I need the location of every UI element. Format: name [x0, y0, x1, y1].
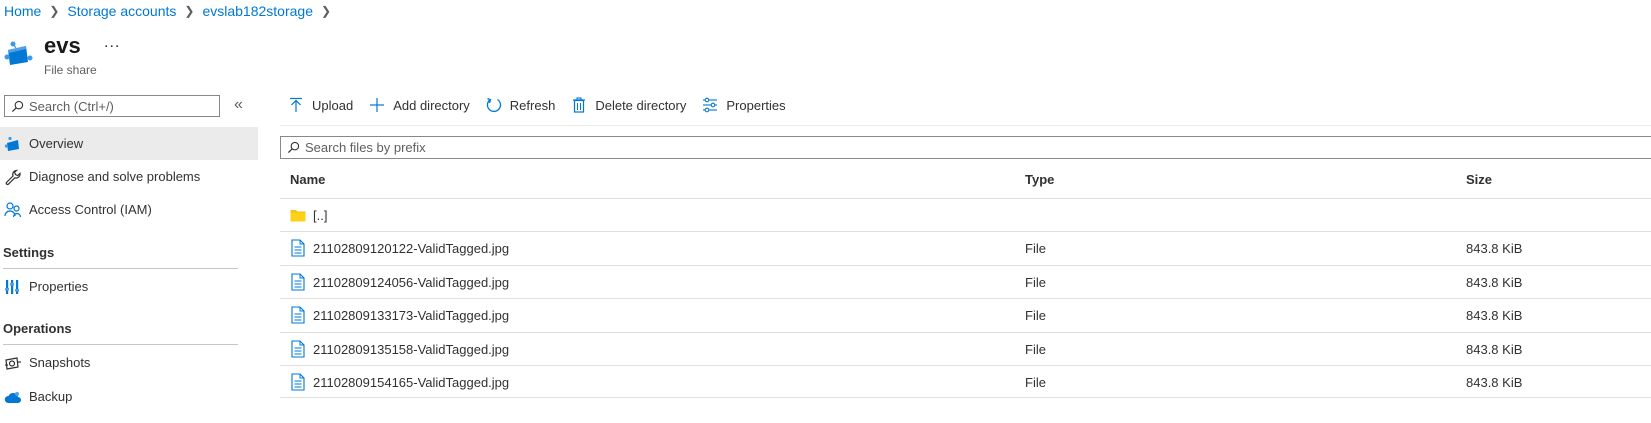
breadcrumb-home[interactable]: Home [4, 3, 41, 19]
add-directory-label: Add directory [393, 97, 470, 113]
properties-button[interactable]: Properties [702, 97, 786, 113]
chevron-right-icon: ❯ [320, 4, 332, 18]
snapshot-icon [4, 354, 22, 372]
properties-label: Properties [726, 97, 786, 113]
wrench-icon [4, 168, 22, 186]
plus-icon [370, 98, 385, 112]
table-row[interactable]: 21102809135158-ValidTagged.jpg File 843.… [280, 332, 1651, 365]
name-cell[interactable]: 21102809120122-ValidTagged.jpg [290, 239, 509, 257]
refresh-label: Refresh [509, 97, 556, 113]
backup-cloud-icon [4, 388, 22, 406]
breadcrumb: Home ❯ Storage accounts ❯ evslab182stora… [4, 2, 339, 20]
file-icon [291, 306, 305, 324]
file-size: 843.8 KiB [1466, 275, 1523, 290]
file-share-icon [4, 135, 22, 153]
table-row[interactable]: 21102809154165-ValidTagged.jpg File 843.… [280, 365, 1651, 398]
sidebar-search-input[interactable] [29, 98, 209, 114]
sidebar-item-properties[interactable]: Properties [0, 270, 258, 303]
sidebar-item-label: Backup [29, 389, 73, 404]
sidebar-item-diagnose[interactable]: Diagnose and solve problems [0, 160, 258, 193]
file-icon [291, 239, 305, 257]
sidebar-item-overview[interactable]: Overview [0, 127, 258, 160]
section-operations: Operations [3, 321, 72, 336]
file-size: 843.8 KiB [1466, 241, 1523, 256]
name-cell[interactable]: [..] [290, 206, 327, 224]
file-icon [291, 340, 305, 358]
more-options-icon[interactable]: ... [104, 34, 120, 52]
file-name[interactable]: 21102809154165-ValidTagged.jpg [313, 375, 509, 390]
parent-directory-link[interactable]: [..] [313, 208, 327, 223]
table-row[interactable]: 21102809120122-ValidTagged.jpg File 843.… [280, 231, 1651, 264]
sidebar-item-label: Access Control (IAM) [29, 202, 152, 217]
column-header-type[interactable]: Type [1025, 172, 1054, 187]
name-cell[interactable]: 21102809135158-ValidTagged.jpg [290, 340, 509, 358]
sidebar-item-snapshots[interactable]: Snapshots [0, 346, 258, 379]
file-size: 843.8 KiB [1466, 375, 1523, 390]
chevron-right-icon: ❯ [184, 4, 195, 18]
file-name[interactable]: 21102809120122-ValidTagged.jpg [313, 241, 509, 256]
column-header-name[interactable]: Name [290, 172, 325, 187]
upload-label: Upload [312, 97, 354, 113]
delete-directory-label: Delete directory [595, 97, 687, 113]
file-type: File [1025, 275, 1046, 290]
file-icon [291, 273, 305, 291]
upload-button[interactable]: Upload [288, 97, 353, 113]
page-title: evs [44, 33, 81, 58]
file-type: File [1025, 241, 1046, 256]
table-row-parent[interactable]: [..] [280, 198, 1651, 231]
collapse-sidebar-icon[interactable]: « [234, 96, 243, 114]
upload-icon [290, 97, 302, 112]
sidebar-item-iam[interactable]: Access Control (IAM) [0, 193, 258, 226]
people-icon [4, 201, 22, 219]
file-name[interactable]: 21102809124056-ValidTagged.jpg [313, 275, 509, 290]
settings-sliders-icon [703, 97, 718, 113]
chevron-right-icon: ❯ [49, 4, 60, 18]
prefix-search[interactable] [280, 136, 1651, 159]
search-icon [287, 141, 300, 154]
search-icon [11, 100, 24, 112]
command-bar: Upload Add directory Refresh Delete dire… [288, 94, 802, 116]
sidebar-item-label: Snapshots [29, 355, 91, 370]
trash-icon [573, 97, 586, 113]
file-name[interactable]: 21102809133173-ValidTagged.jpg [313, 308, 509, 323]
prefix-search-input[interactable] [305, 140, 1205, 155]
table-row[interactable]: 21102809124056-ValidTagged.jpg File 843.… [280, 265, 1651, 298]
file-type: File [1025, 308, 1046, 323]
file-size: 843.8 KiB [1466, 308, 1523, 323]
properties-bars-icon [4, 278, 22, 296]
breadcrumb-storage-accounts[interactable]: Storage accounts [67, 3, 176, 19]
delete-directory-button[interactable]: Delete directory [571, 97, 686, 113]
section-divider [3, 268, 238, 269]
toolbar-divider [280, 125, 1651, 126]
sidebar-search[interactable] [4, 95, 220, 117]
sidebar-item-label: Properties [29, 279, 89, 294]
page-subtitle: File share [44, 63, 97, 77]
section-divider [3, 344, 238, 345]
refresh-button[interactable]: Refresh [486, 97, 556, 113]
refresh-icon [486, 97, 501, 113]
section-settings: Settings [3, 245, 55, 260]
file-icon [291, 373, 305, 391]
table-row[interactable]: 21102809133173-ValidTagged.jpg File 843.… [280, 298, 1651, 331]
sidebar-item-backup[interactable]: Backup [0, 380, 258, 413]
column-header-size[interactable]: Size [1466, 172, 1492, 187]
file-type: File [1025, 342, 1046, 357]
sidebar-item-label: Overview [29, 136, 84, 151]
sidebar-item-label: Diagnose and solve problems [29, 169, 201, 184]
file-share-icon [4, 38, 34, 68]
breadcrumb-storage-account[interactable]: evslab182storage [202, 3, 313, 19]
name-cell[interactable]: 21102809154165-ValidTagged.jpg [290, 373, 509, 391]
name-cell[interactable]: 21102809124056-ValidTagged.jpg [290, 273, 509, 291]
name-cell[interactable]: 21102809133173-ValidTagged.jpg [290, 306, 509, 324]
add-directory-button[interactable]: Add directory [369, 97, 470, 113]
folder-icon [290, 210, 306, 222]
file-name[interactable]: 21102809135158-ValidTagged.jpg [313, 342, 509, 357]
file-type: File [1025, 375, 1046, 390]
file-size: 843.8 KiB [1466, 342, 1523, 357]
